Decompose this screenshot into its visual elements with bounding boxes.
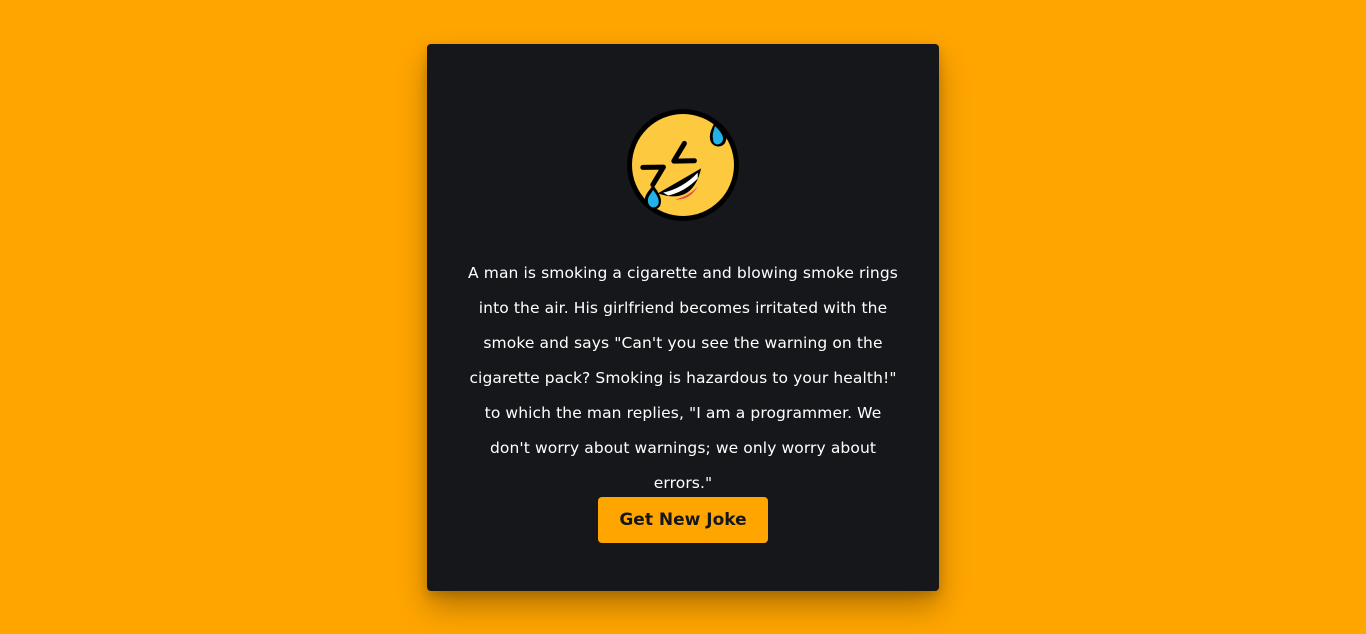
rolling-on-floor-laughing-icon <box>625 107 741 223</box>
joke-text: A man is smoking a cigarette and blowing… <box>468 264 898 492</box>
get-new-joke-button[interactable]: Get New Joke <box>598 497 768 543</box>
joke-card: A man is smoking a cigarette and blowing… <box>427 44 939 591</box>
